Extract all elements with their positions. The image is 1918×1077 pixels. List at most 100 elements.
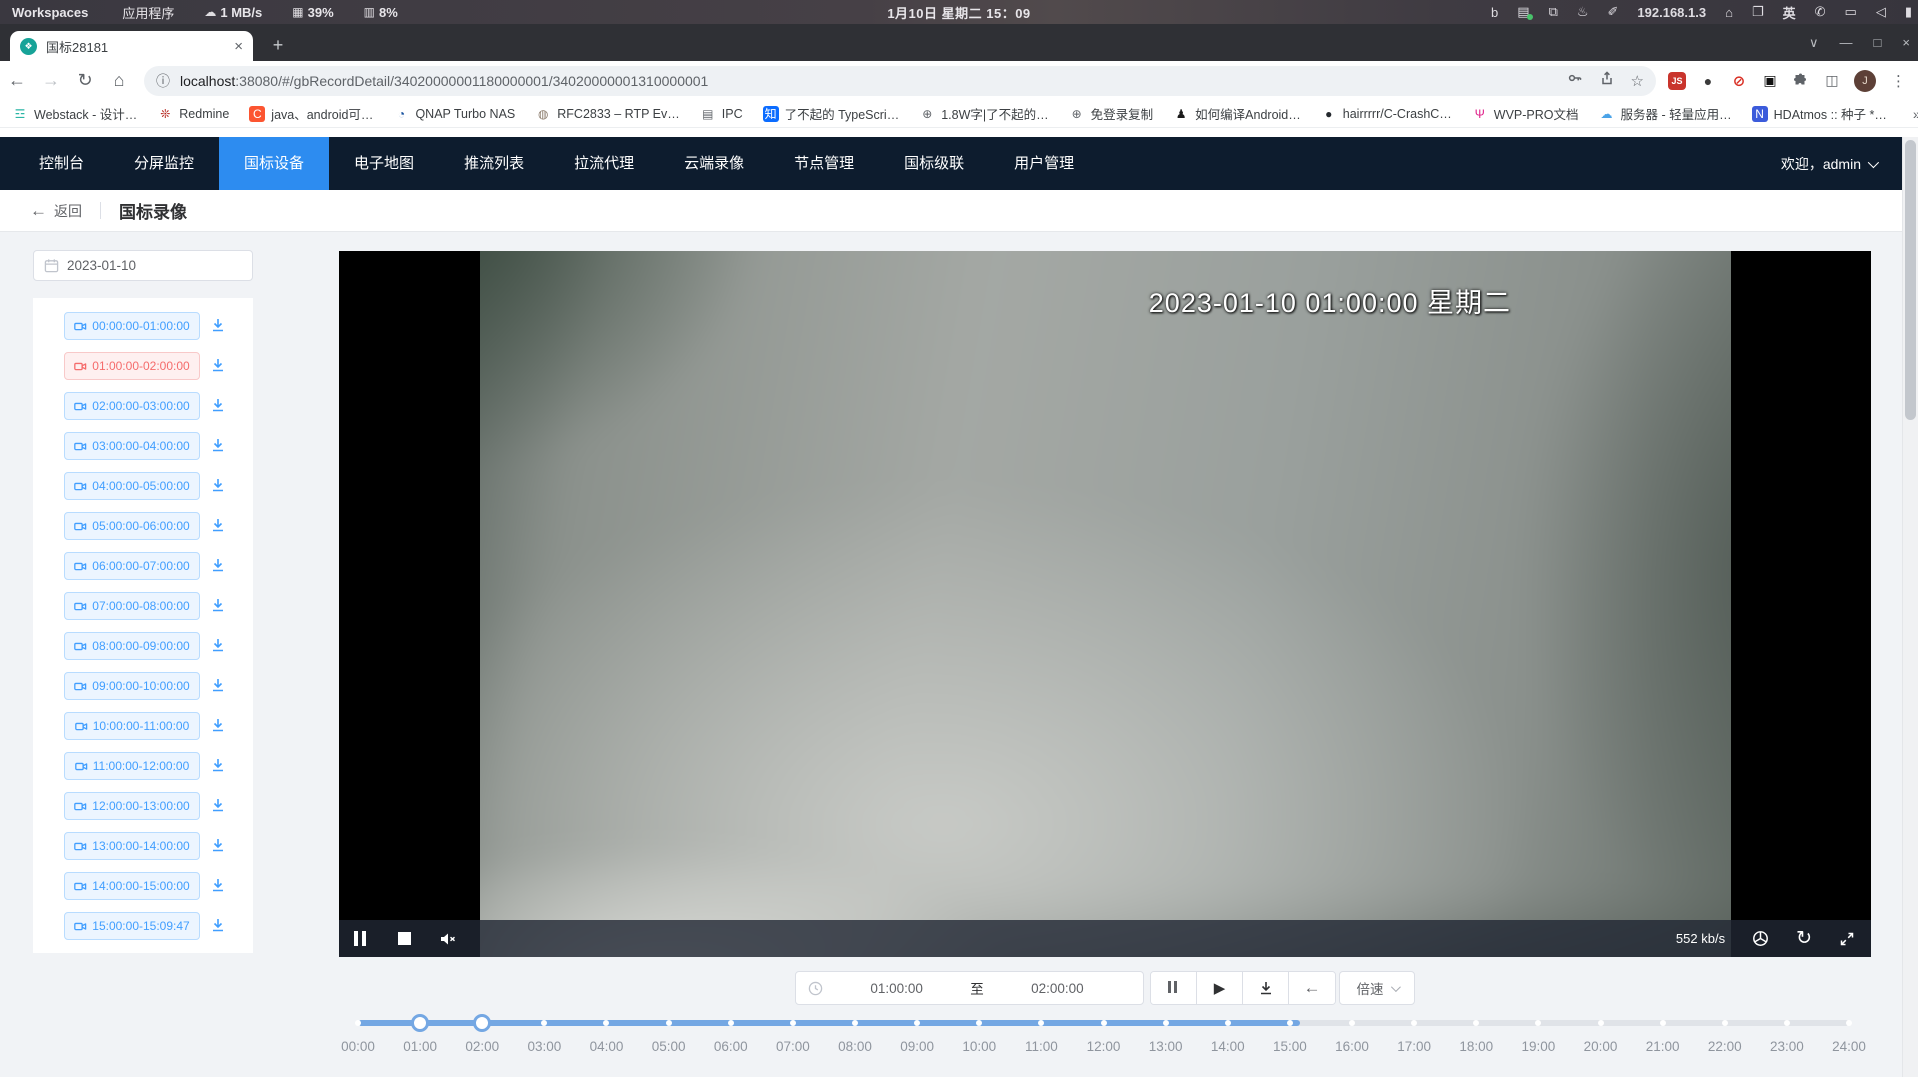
reload-icon[interactable]: ↻ — [68, 70, 102, 91]
nav-tab-电子地图[interactable]: 电子地图 — [329, 137, 439, 190]
extensions-puzzle-icon[interactable] — [1792, 72, 1810, 90]
clock[interactable]: 1月10日 星期二 15：09 — [887, 3, 1030, 22]
record-segment-button[interactable]: 10:00:00-11:00:00 — [64, 712, 200, 740]
maximize-icon[interactable]: □ — [1874, 35, 1882, 50]
download-record-button[interactable] — [210, 676, 226, 696]
bing-icon[interactable]: b — [1491, 5, 1498, 20]
nav-tab-国标级联[interactable]: 国标级联 — [879, 137, 989, 190]
download-record-button[interactable] — [210, 476, 226, 496]
display-icon[interactable]: ▭ — [1845, 4, 1857, 20]
download-record-button[interactable] — [210, 596, 226, 616]
record-segment-button[interactable]: 13:00:00-14:00:00 — [64, 832, 200, 860]
bookmark-item[interactable]: ΨWVP-PRO文档 — [1472, 104, 1579, 123]
bookmarks-overflow-icon[interactable]: » — [1913, 106, 1918, 122]
record-segment-button[interactable]: 07:00:00-08:00:00 — [64, 592, 200, 620]
bookmark-item[interactable]: ▤IPC — [700, 106, 743, 122]
clipboard-icon[interactable]: ⧉ — [1549, 4, 1558, 20]
download-record-button[interactable] — [210, 396, 226, 416]
nav-tab-节点管理[interactable]: 节点管理 — [769, 137, 879, 190]
battery-icon[interactable]: ▮ — [1905, 4, 1912, 20]
player-stop-icon[interactable] — [398, 930, 411, 948]
nav-tab-国标设备[interactable]: 国标设备 — [219, 137, 329, 190]
page-scrollbar[interactable] — [1902, 137, 1918, 1077]
nav-tab-分屏监控[interactable]: 分屏监控 — [109, 137, 219, 190]
download-record-button[interactable] — [210, 356, 226, 376]
ip-address[interactable]: 192.168.1.3 — [1637, 5, 1706, 20]
video-player[interactable]: 2023-01-10 01:00:00 星期二 552 kb/s ↻ — [339, 251, 1871, 957]
phone-link-icon[interactable]: ✆ — [1815, 4, 1826, 20]
record-segment-button[interactable]: 02:00:00-03:00:00 — [64, 392, 200, 420]
forward-icon[interactable]: → — [34, 70, 68, 91]
timeline[interactable]: 00:0001:0002:0003:0004:0005:0006:0007:00… — [358, 1016, 1849, 1068]
record-segment-button[interactable]: 11:00:00-12:00:00 — [64, 752, 200, 780]
back-icon[interactable]: ← — [0, 70, 34, 91]
time-range-picker[interactable]: 01:00:00 至 02:00:00 — [795, 971, 1144, 1005]
record-segment-button[interactable]: 09:00:00-10:00:00 — [64, 672, 200, 700]
input-method-indicator[interactable]: 英 — [1783, 3, 1796, 22]
download-record-button[interactable] — [210, 516, 226, 536]
player-mute-icon[interactable] — [439, 930, 457, 948]
download-button[interactable] — [1243, 972, 1289, 1004]
minimize-icon[interactable]: — — [1840, 35, 1853, 50]
record-segment-button[interactable]: 06:00:00-07:00:00 — [64, 552, 200, 580]
record-segment-button[interactable]: 14:00:00-15:00:00 — [64, 872, 200, 900]
fullscreen-icon[interactable] — [1839, 930, 1855, 948]
volume-icon[interactable]: ◁ — [1876, 4, 1886, 20]
bookmark-item[interactable]: ♟如何编译Android… — [1173, 104, 1301, 123]
extension-js-icon[interactable]: JS — [1668, 72, 1686, 90]
download-record-button[interactable] — [210, 836, 226, 856]
address-bar[interactable]: ⓘ localhost:38080/#/gbRecordDetail/34020… — [144, 66, 1656, 96]
applications-menu[interactable]: 应用程序 — [122, 3, 174, 22]
extension-blocker-icon[interactable]: ⊘ — [1730, 72, 1748, 90]
date-picker-input[interactable]: 2023-01-10 — [33, 250, 253, 281]
timeline-handle-02:00[interactable] — [473, 1014, 491, 1032]
play-button[interactable]: ▶ — [1197, 972, 1243, 1004]
player-pause-icon[interactable] — [354, 930, 370, 948]
bookmark-item[interactable]: ◍RFC2833 – RTP Ev… — [535, 106, 680, 122]
pause-button[interactable] — [1151, 972, 1197, 1004]
bookmark-item[interactable]: ◔QNAP Turbo NAS — [393, 106, 515, 122]
side-panel-icon[interactable]: ◫ — [1823, 72, 1841, 90]
download-record-button[interactable] — [210, 716, 226, 736]
range-end-input[interactable]: 02:00:00 — [984, 981, 1131, 996]
bookmark-item[interactable]: ☲Webstack - 设计… — [12, 104, 137, 123]
download-record-button[interactable] — [210, 316, 226, 336]
bookmark-item[interactable]: NHDAtmos :: 种子 *… — [1752, 104, 1887, 123]
share-icon[interactable] — [1599, 70, 1615, 91]
record-segment-button[interactable]: 00:00:00-01:00:00 — [64, 312, 200, 340]
site-info-icon[interactable]: ⓘ — [156, 71, 170, 91]
scrollbar-thumb[interactable] — [1905, 140, 1916, 420]
home-icon[interactable]: ⌂ — [102, 70, 136, 91]
download-record-button[interactable] — [210, 876, 226, 896]
back-button[interactable]: ← 返回 — [30, 201, 82, 221]
close-window-icon[interactable]: × — [1902, 35, 1910, 50]
nav-tab-拉流代理[interactable]: 拉流代理 — [549, 137, 659, 190]
browser-menu-icon[interactable]: ⋮ — [1891, 72, 1906, 90]
notes-icon[interactable]: ▤ — [1517, 4, 1529, 20]
beverage-icon[interactable]: ♨ — [1577, 4, 1589, 20]
download-record-button[interactable] — [210, 556, 226, 576]
bookmark-item[interactable]: ⊕1.8W字|了不起的… — [919, 104, 1048, 123]
new-tab-button[interactable]: + — [266, 33, 290, 57]
range-start-input[interactable]: 01:00:00 — [823, 981, 970, 996]
download-record-button[interactable] — [210, 916, 226, 936]
bookmark-star-icon[interactable]: ☆ — [1631, 72, 1644, 90]
record-segment-button[interactable]: 12:00:00-13:00:00 — [64, 792, 200, 820]
download-record-button[interactable] — [210, 756, 226, 776]
workspace-switcher-icon[interactable]: ❐ — [1752, 4, 1764, 20]
nav-tab-云端录像[interactable]: 云端录像 — [659, 137, 769, 190]
seek-back-button[interactable]: ← — [1289, 972, 1335, 1004]
download-record-button[interactable] — [210, 796, 226, 816]
browser-tab[interactable]: ❖ 国标28181 × — [10, 31, 253, 61]
record-segment-button[interactable]: 05:00:00-06:00:00 — [64, 512, 200, 540]
color-picker-icon[interactable]: ✐ — [1608, 4, 1619, 20]
download-record-button[interactable] — [210, 436, 226, 456]
nav-tab-控制台[interactable]: 控制台 — [14, 137, 109, 190]
extension-square-icon[interactable]: ▣ — [1761, 72, 1779, 90]
download-record-button[interactable] — [210, 636, 226, 656]
tab-search-icon[interactable]: ∨ — [1809, 35, 1819, 51]
bookmark-item[interactable]: ❊Redmine — [157, 106, 229, 122]
password-key-icon[interactable] — [1567, 70, 1583, 91]
playback-speed-dropdown[interactable]: 倍速 — [1339, 971, 1415, 1005]
bookmark-item[interactable]: Cjava、android可… — [249, 104, 373, 123]
